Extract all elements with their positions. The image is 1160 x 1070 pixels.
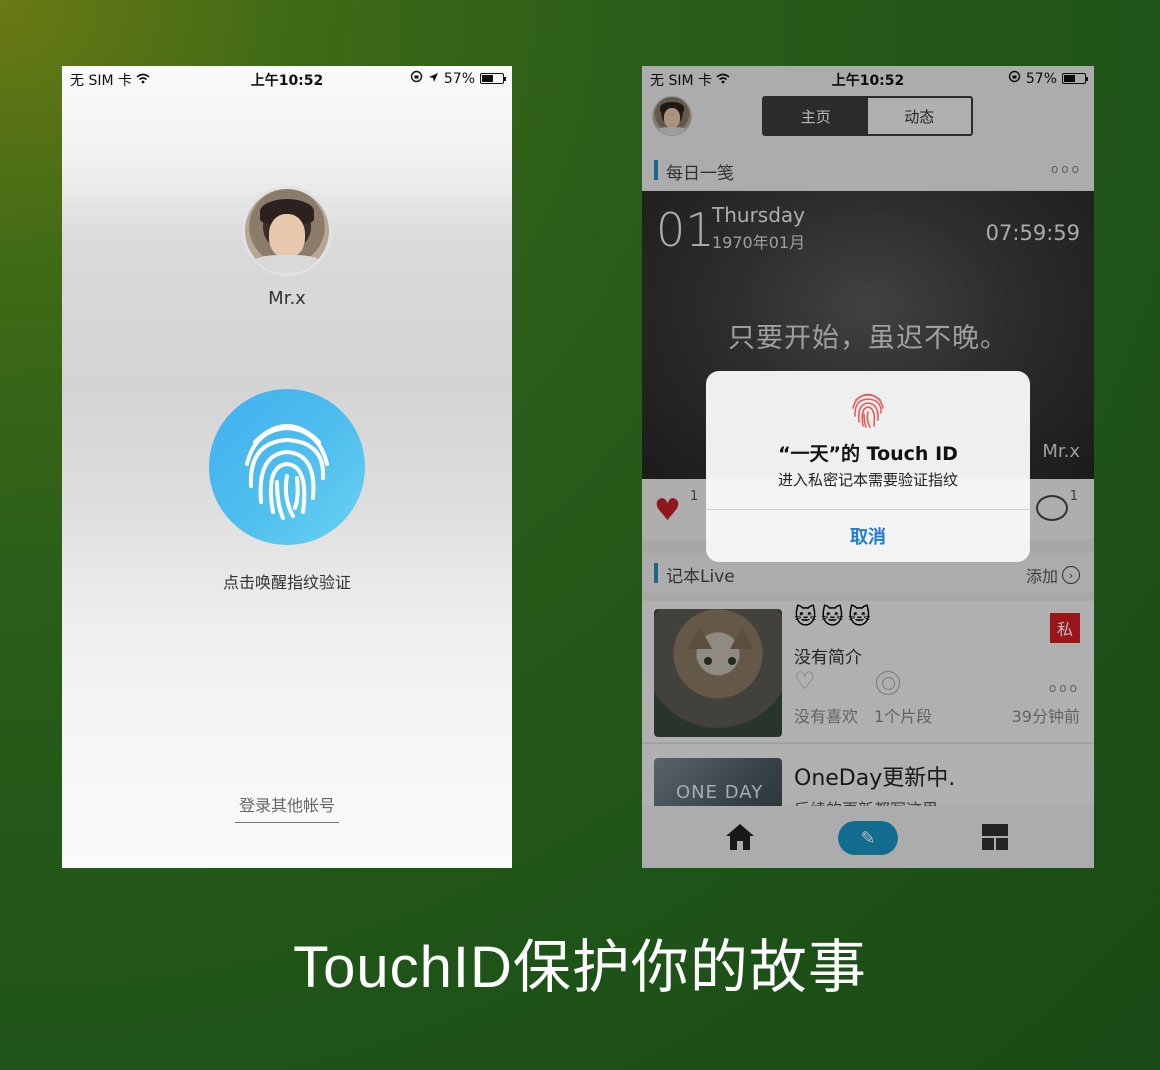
alert-title: “一天”的 Touch ID xyxy=(778,443,958,465)
avatar xyxy=(242,186,332,276)
username: Mr.x xyxy=(268,288,306,309)
battery-percent: 57% xyxy=(443,70,475,87)
home-screen: 无 SIM 卡 上午10:52 57% 主页 动态 每日一笺 ooo 01 Th… xyxy=(642,66,1094,868)
touchid-login-screen: 无 SIM 卡 上午10:52 57% Mr.x 点击唤醒指纹验证 登录其他帐号 xyxy=(62,66,512,868)
caption: TouchID保护你的故事 xyxy=(293,935,867,1000)
status-bar: 无 SIM 卡 上午10:52 57% xyxy=(62,66,512,90)
fingerprint-button[interactable] xyxy=(209,389,365,545)
touchid-alert: “一天”的 Touch ID 进入私密记本需要验证指纹 取消 xyxy=(706,371,1030,562)
battery-icon xyxy=(480,73,506,84)
rotation-lock-icon xyxy=(410,70,423,87)
fingerprint-icon xyxy=(852,393,884,428)
fingerprint-icon xyxy=(245,424,329,520)
avatar-shirt xyxy=(253,254,321,273)
alert-message: 进入私密记本需要验证指纹 xyxy=(777,471,958,489)
location-icon xyxy=(428,71,439,87)
cancel-button[interactable]: 取消 xyxy=(706,510,1030,562)
fingerprint-hint[interactable]: 点击唤醒指纹验证 xyxy=(62,569,512,593)
battery-fill xyxy=(482,75,494,82)
avatar-face xyxy=(268,214,306,258)
other-account-link[interactable]: 登录其他帐号 xyxy=(235,792,339,823)
